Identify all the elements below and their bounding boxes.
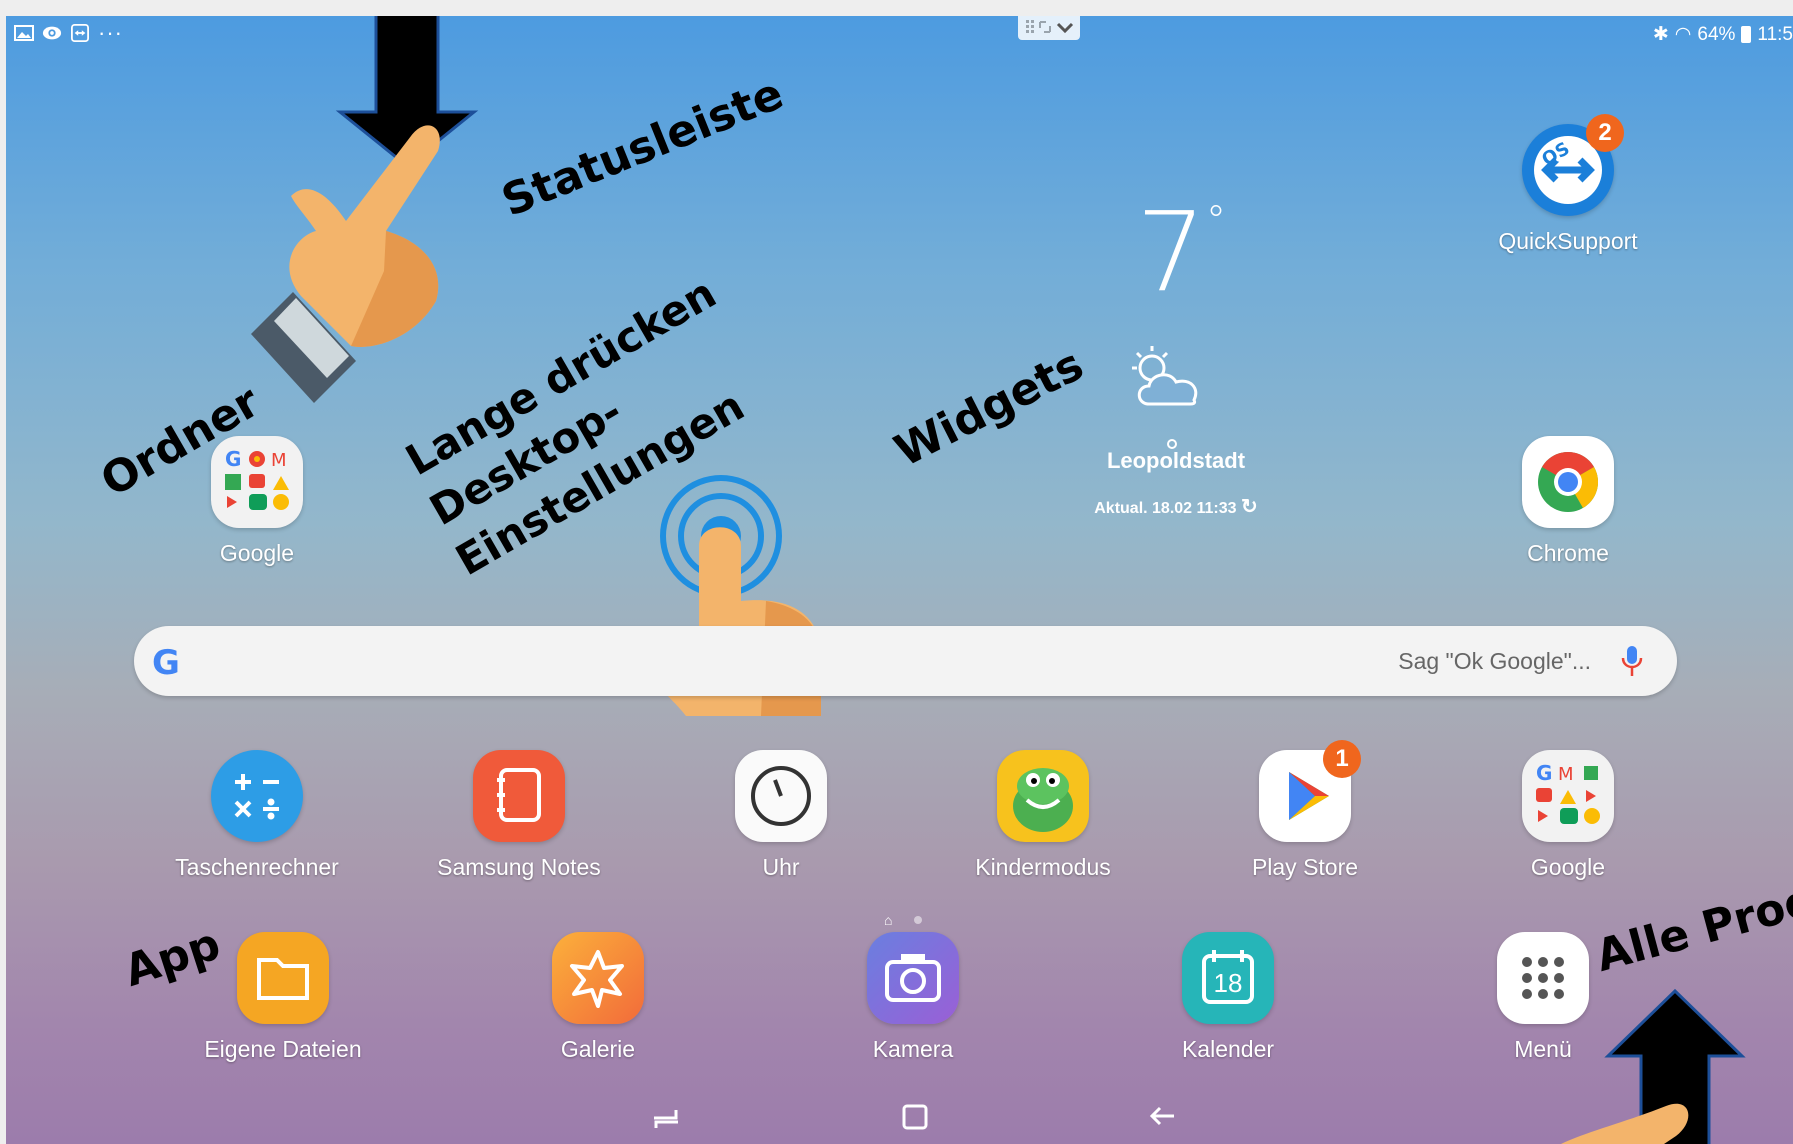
folder-icon: G M: [211, 436, 303, 528]
app-drawer-icon: [1497, 932, 1589, 1024]
app-quicksupport[interactable]: QS 2 QuickSupport: [1468, 114, 1668, 255]
back-icon[interactable]: [1142, 1096, 1182, 1136]
folder-google[interactable]: G M Google: [157, 436, 357, 567]
recent-apps-icon[interactable]: [646, 1096, 686, 1136]
folder-icon: G M: [1522, 750, 1614, 842]
calendar-icon: 18: [1182, 932, 1274, 1024]
calculator-icon: [211, 750, 303, 842]
svg-text:G: G: [225, 447, 241, 471]
partly-cloudy-icon: [1132, 346, 1198, 406]
svg-text:M: M: [271, 450, 287, 471]
home-page-icon: ⌂: [884, 912, 893, 928]
app-label: Eigene Dateien: [204, 1036, 362, 1062]
app-kamera[interactable]: Kamera: [813, 932, 1013, 1063]
svg-text:G: G: [1536, 761, 1552, 785]
app-kindermodus[interactable]: Kindermodus: [943, 750, 1143, 881]
notification-badge: 2: [1586, 114, 1624, 152]
play-store-icon: 1: [1259, 740, 1361, 842]
microphone-icon[interactable]: [1621, 644, 1643, 678]
app-galerie[interactable]: Galerie: [498, 932, 698, 1063]
app-label: Kamera: [872, 1036, 954, 1062]
app-label: Kalender: [1181, 1036, 1275, 1062]
app-label: Menü: [1514, 1036, 1572, 1062]
app-taschenrechner[interactable]: Taschenrechner: [157, 750, 357, 881]
app-kalender[interactable]: 18 Kalender: [1128, 932, 1328, 1063]
kids-mode-icon: [997, 750, 1089, 842]
app-label: Play Store: [1251, 854, 1359, 880]
app-samsung-notes[interactable]: Samsung Notes: [419, 750, 619, 881]
quicksupport-icon: QS 2: [1522, 114, 1624, 216]
home-button-icon[interactable]: [894, 1096, 934, 1136]
svg-text:G: G: [152, 644, 180, 680]
notification-badge: 1: [1323, 740, 1361, 778]
weather-updated[interactable]: Aktual. 18.02 11:33 ↻: [1046, 494, 1306, 519]
app-label: Taschenrechner: [175, 854, 339, 880]
refresh-icon[interactable]: ↻: [1241, 496, 1258, 518]
app-label: Galerie: [560, 1036, 636, 1062]
weather-temperature: 7°: [1136, 188, 1226, 316]
my-files-icon: [237, 932, 329, 1024]
search-placeholder: Sag "Ok Google"...: [1398, 648, 1591, 674]
app-uhr[interactable]: Uhr: [681, 750, 881, 881]
folder-google-2[interactable]: G M Google: [1468, 750, 1668, 881]
hand-pointer-statusbar-icon: [251, 125, 440, 403]
app-label: Kindermodus: [975, 854, 1111, 880]
app-label: Samsung Notes: [437, 854, 601, 880]
page-indicator[interactable]: ⌂: [884, 912, 923, 928]
svg-text:M: M: [1558, 764, 1574, 785]
app-chrome[interactable]: Chrome: [1468, 436, 1668, 567]
google-g-icon: G: [152, 644, 180, 680]
home-screen[interactable]: ··· ✱ ◠ 64% 11:5 Statusleiste Ordner Lan…: [6, 16, 1793, 1144]
weather-location: Leopoldstadt: [1106, 448, 1246, 473]
app-label: Google: [219, 540, 295, 566]
app-label: QuickSupport: [1498, 228, 1638, 254]
camera-icon: [867, 932, 959, 1024]
gallery-app-icon: [552, 932, 644, 1024]
hand-pointer-menu-icon: [1561, 1103, 1689, 1144]
clock-icon: [735, 750, 827, 842]
notes-icon: [473, 750, 565, 842]
app-label: Chrome: [1527, 540, 1609, 566]
app-play-store[interactable]: 1 Play Store: [1205, 740, 1405, 881]
app-eigene-dateien[interactable]: Eigene Dateien: [183, 932, 383, 1063]
app-label: Google: [1530, 854, 1606, 880]
calendar-day: 18: [1213, 968, 1243, 998]
page-dot: [914, 916, 923, 924]
google-search-bar[interactable]: G Sag "Ok Google"...: [134, 626, 1677, 696]
app-menu[interactable]: Menü: [1443, 932, 1643, 1063]
app-label: Uhr: [762, 854, 800, 880]
chrome-icon: [1522, 436, 1614, 528]
